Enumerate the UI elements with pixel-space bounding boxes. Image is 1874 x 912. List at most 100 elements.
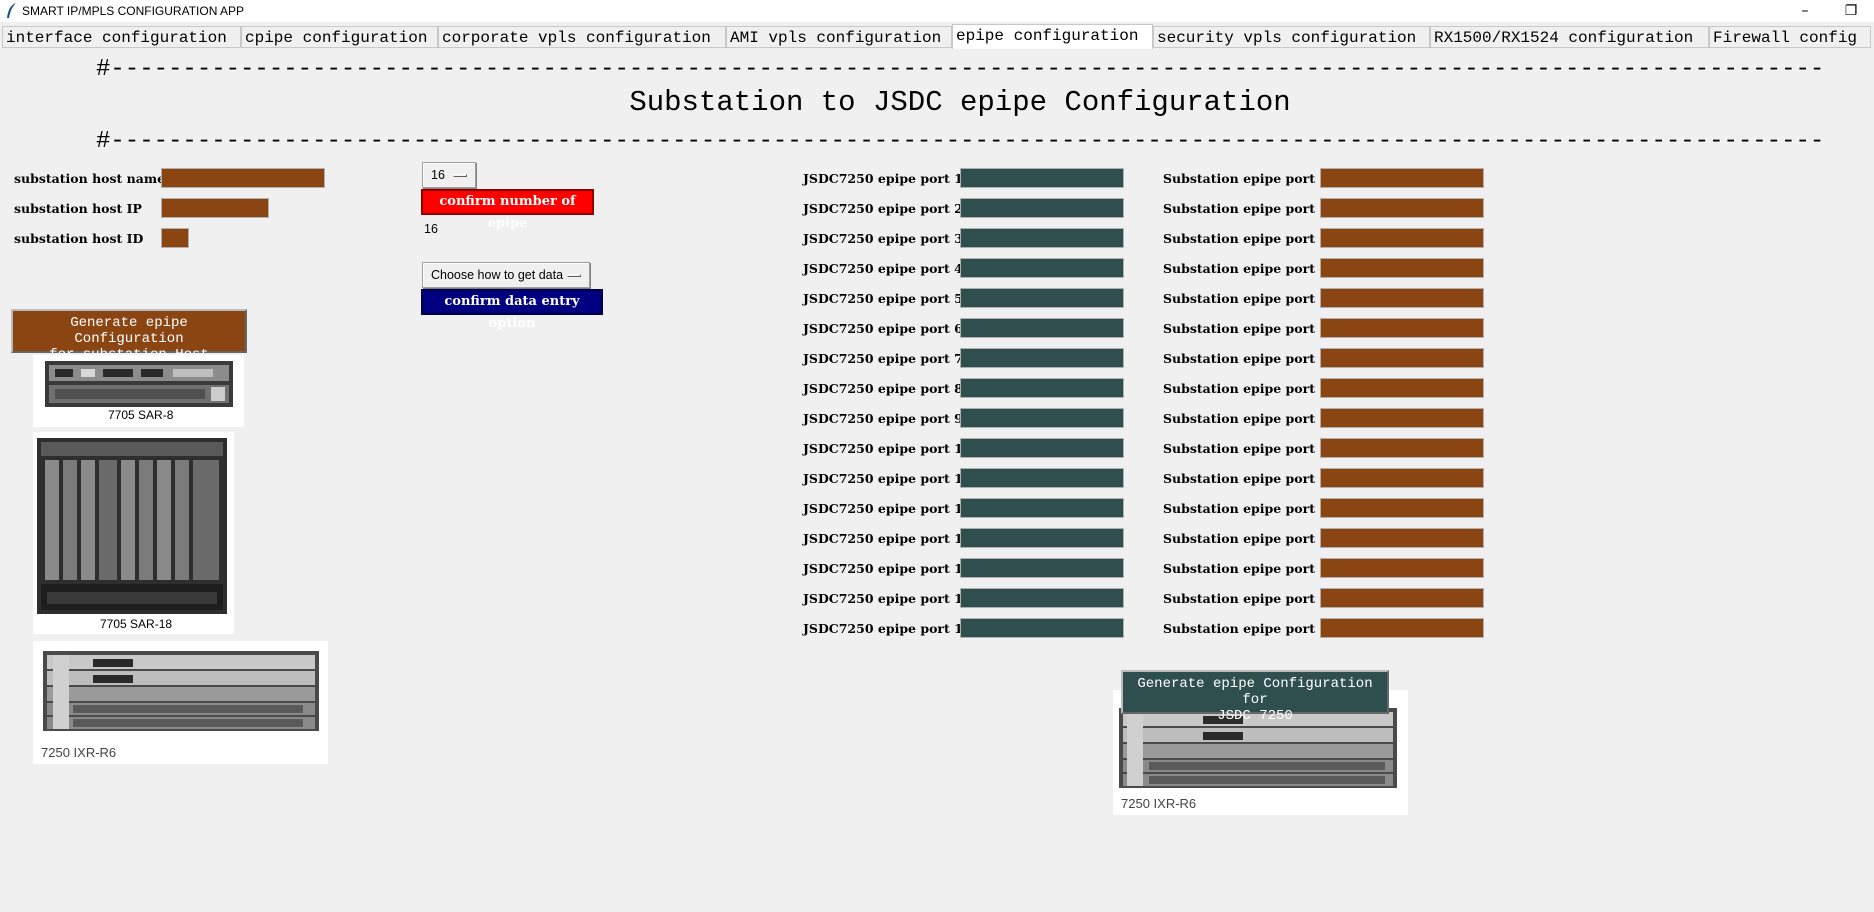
substation-host-ip-input[interactable] bbox=[161, 198, 269, 218]
substation-port-label: Substation epipe port 4 bbox=[1163, 261, 1329, 276]
jsdc-port-label: JSDC7250 epipe port 2 bbox=[803, 201, 963, 216]
jsdc-port-label: JSDC7250 epipe port 16 bbox=[803, 621, 972, 636]
generate-jsdc-config-button[interactable]: Generate epipe Configuration for JSDC 72… bbox=[1121, 670, 1389, 724]
substation-port-input[interactable] bbox=[1320, 168, 1484, 188]
substation-port-label: Substation epipe port 8 bbox=[1163, 381, 1329, 396]
substation-port-label: Substation epipe port 15 bbox=[1163, 591, 1337, 606]
substation-port-label: Substation epipe port 9 bbox=[1163, 411, 1329, 426]
substation-port-label: Substation epipe port 11 bbox=[1163, 471, 1337, 486]
jsdc-port-input[interactable] bbox=[960, 588, 1124, 608]
jsdc-port-input[interactable] bbox=[960, 348, 1124, 368]
jsdc-port-input[interactable] bbox=[960, 198, 1124, 218]
jsdc-port-input[interactable] bbox=[960, 558, 1124, 578]
router-chassis-icon bbox=[43, 651, 319, 731]
substation-port-label: Substation epipe port 13 bbox=[1163, 531, 1337, 546]
jsdc-port-label: JSDC7250 epipe port 11 bbox=[803, 471, 972, 486]
substation-port-input[interactable] bbox=[1320, 318, 1484, 338]
tab-corporate-vpls-configuration[interactable]: corporate vpls configuration bbox=[438, 26, 726, 48]
jsdc-port-input[interactable] bbox=[960, 438, 1124, 458]
generate-substation-line1: Generate epipe Configuration bbox=[70, 315, 188, 347]
epipe-count-result: 16 bbox=[424, 222, 438, 236]
substation-port-input[interactable] bbox=[1320, 588, 1484, 608]
jsdc-port-input[interactable] bbox=[960, 378, 1124, 398]
device-7705-sar-8: 7705 SAR-8 bbox=[33, 355, 244, 427]
substation-port-input[interactable] bbox=[1320, 558, 1484, 578]
substation-port-input[interactable] bbox=[1320, 348, 1484, 368]
jsdc-port-input[interactable] bbox=[960, 528, 1124, 548]
device-caption: 7250 IXR-R6 bbox=[41, 745, 117, 760]
substation-port-label: Substation epipe port 16 bbox=[1163, 621, 1337, 636]
device-7250-ixr-r6-left: 7250 IXR-R6 bbox=[33, 641, 328, 764]
feather-icon bbox=[7, 3, 16, 18]
device-caption: 7705 SAR-18 bbox=[100, 617, 173, 631]
jsdc-port-label: JSDC7250 epipe port 5 bbox=[803, 291, 963, 306]
substation-port-label: Substation epipe port 2 bbox=[1163, 201, 1329, 216]
jsdc-port-label: JSDC7250 epipe port 13 bbox=[803, 531, 972, 546]
separator-bottom: #---------------------------------------… bbox=[96, 128, 1826, 155]
jsdc-port-input[interactable] bbox=[960, 258, 1124, 278]
jsdc-port-label: JSDC7250 epipe port 15 bbox=[803, 591, 972, 606]
substation-port-label: Substation epipe port 12 bbox=[1163, 501, 1337, 516]
jsdc-port-input[interactable] bbox=[960, 498, 1124, 518]
substation-port-label: Substation epipe port 6 bbox=[1163, 321, 1329, 336]
tab-ami-vpls-configuration[interactable]: AMI vpls configuration bbox=[726, 26, 952, 48]
substation-port-input[interactable] bbox=[1320, 618, 1484, 638]
jsdc-port-label: JSDC7250 epipe port 9 bbox=[803, 411, 963, 426]
jsdc-port-input[interactable] bbox=[960, 468, 1124, 488]
data-entry-value: Choose how to get data bbox=[431, 268, 564, 282]
substation-port-input[interactable] bbox=[1320, 378, 1484, 398]
device-caption: 7250 IXR-R6 bbox=[1121, 796, 1197, 811]
jsdc-port-label: JSDC7250 epipe port 10 bbox=[803, 441, 972, 456]
jsdc-port-label: JSDC7250 epipe port 8 bbox=[803, 381, 963, 396]
device-7705-sar-18: 7705 SAR-18 bbox=[33, 432, 234, 634]
substation-port-input[interactable] bbox=[1320, 468, 1484, 488]
jsdc-port-input[interactable] bbox=[960, 618, 1124, 638]
substation-port-input[interactable] bbox=[1320, 528, 1484, 548]
substation-host-ip-label: substation host IP bbox=[14, 201, 142, 216]
tab-interface-configuration[interactable]: interface configuration bbox=[2, 26, 241, 48]
substation-port-input[interactable] bbox=[1320, 288, 1484, 308]
substation-port-input[interactable] bbox=[1320, 228, 1484, 248]
jsdc-port-input[interactable] bbox=[960, 288, 1124, 308]
separator-top: #---------------------------------------… bbox=[96, 56, 1826, 83]
substation-host-name-input[interactable] bbox=[161, 168, 325, 188]
confirm-number-of-epipe-button[interactable]: confirm number of epipe bbox=[421, 189, 594, 231]
tab-cpipe-configuration[interactable]: cpipe configuration bbox=[241, 26, 438, 48]
generate-jsdc-line2: JSDC 7250 bbox=[1217, 708, 1293, 724]
generate-substation-config-button[interactable]: Generate epipe Configuration for substat… bbox=[11, 309, 247, 363]
jsdc-port-input[interactable] bbox=[960, 408, 1124, 428]
substation-port-input[interactable] bbox=[1320, 408, 1484, 428]
page-title: Substation to JSDC epipe Configuration bbox=[629, 86, 1291, 119]
substation-port-input[interactable] bbox=[1320, 438, 1484, 458]
jsdc-port-label: JSDC7250 epipe port 3 bbox=[803, 231, 963, 246]
substation-host-name-label: substation host name bbox=[14, 171, 166, 186]
substation-port-label: Substation epipe port 3 bbox=[1163, 231, 1329, 246]
substation-port-label: Substation epipe port 1 bbox=[1163, 171, 1329, 186]
jsdc-port-label: JSDC7250 epipe port 4 bbox=[803, 261, 963, 276]
jsdc-port-input[interactable] bbox=[960, 228, 1124, 248]
router-chassis-icon bbox=[37, 438, 227, 614]
jsdc-port-label: JSDC7250 epipe port 7 bbox=[803, 351, 963, 366]
confirm-data-entry-option-button[interactable]: confirm data entry option bbox=[421, 289, 603, 331]
tab-security-vpls-configuration[interactable]: security vpls configuration bbox=[1153, 26, 1430, 48]
jsdc-port-input[interactable] bbox=[960, 168, 1124, 188]
minimize-button[interactable]: – bbox=[1782, 0, 1828, 22]
substation-port-label: Substation epipe port 5 bbox=[1163, 291, 1329, 306]
restore-button[interactable]: ❐ bbox=[1828, 0, 1874, 22]
jsdc-port-label: JSDC7250 epipe port 14 bbox=[803, 561, 972, 576]
tab-rx1500-rx1524-configuration[interactable]: RX1500/RX1524 configuration bbox=[1430, 26, 1709, 48]
substation-port-label: Substation epipe port 14 bbox=[1163, 561, 1337, 576]
substation-port-input[interactable] bbox=[1320, 258, 1484, 278]
jsdc-port-label: JSDC7250 epipe port 6 bbox=[803, 321, 963, 336]
data-entry-dropdown[interactable]: Choose how to get data bbox=[422, 262, 590, 288]
tab-epipe-configuration[interactable]: epipe configuration bbox=[952, 24, 1153, 49]
tab-firewall-config[interactable]: Firewall config bbox=[1709, 26, 1871, 48]
jsdc-port-input[interactable] bbox=[960, 318, 1124, 338]
substation-port-input[interactable] bbox=[1320, 498, 1484, 518]
epipe-count-value: 16 bbox=[431, 168, 445, 182]
substation-host-id-input[interactable] bbox=[161, 228, 189, 248]
substation-port-input[interactable] bbox=[1320, 198, 1484, 218]
epipe-count-dropdown[interactable]: 16 bbox=[422, 162, 476, 188]
jsdc-port-label: JSDC7250 epipe port 12 bbox=[803, 501, 972, 516]
substation-host-id-label: substation host ID bbox=[14, 231, 144, 246]
